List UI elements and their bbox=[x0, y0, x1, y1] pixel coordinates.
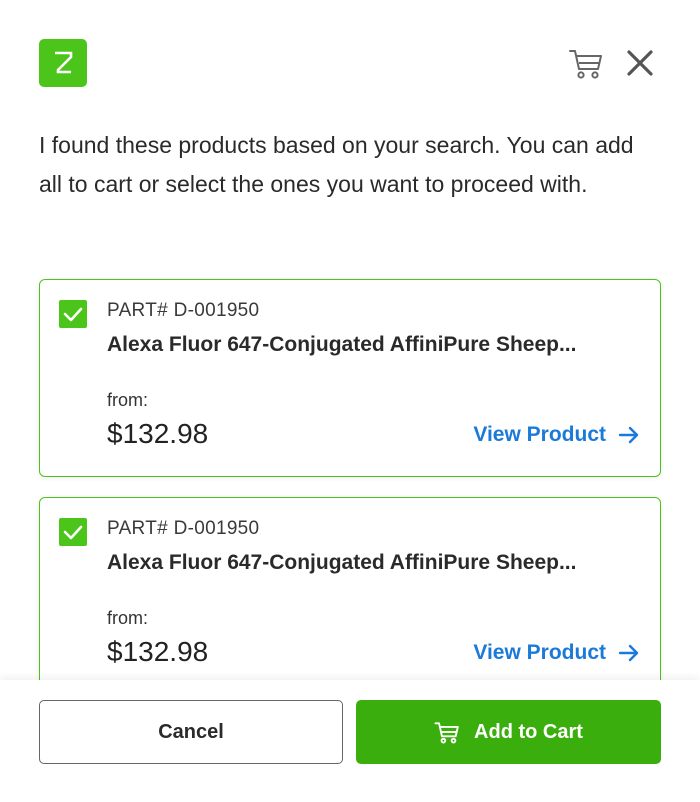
close-icon[interactable] bbox=[624, 47, 656, 79]
product-name: Alexa Fluor 647-Conjugated AffiniPure Sh… bbox=[107, 551, 577, 574]
product-price: $132.98 bbox=[107, 418, 209, 449]
add-to-cart-button[interactable]: Add to Cart bbox=[356, 700, 661, 764]
intro-message: I found these products based on your sea… bbox=[39, 132, 634, 197]
product-price: $132.98 bbox=[107, 636, 209, 667]
part-number: PART# D-001950 bbox=[107, 518, 260, 539]
z-logo bbox=[39, 39, 87, 87]
panel-header bbox=[39, 39, 656, 87]
product-card: PART# D-001950 Alexa Fluor 647-Conjugate… bbox=[39, 279, 661, 477]
product-selection-panel: I found these products based on your sea… bbox=[0, 0, 700, 802]
view-product-link[interactable]: View Product bbox=[473, 423, 640, 447]
product-checkbox[interactable] bbox=[59, 300, 87, 328]
product-checkbox[interactable] bbox=[59, 518, 87, 546]
product-list: PART# D-001950 Alexa Fluor 647-Conjugate… bbox=[0, 270, 700, 680]
add-to-cart-label: Add to Cart bbox=[474, 720, 583, 743]
product-card: PART# D-001950 Alexa Fluor 647-Conjugate… bbox=[39, 497, 661, 680]
arrow-right-icon bbox=[618, 426, 639, 444]
cart-icon[interactable] bbox=[568, 45, 604, 81]
check-icon bbox=[63, 307, 83, 322]
cancel-button[interactable]: Cancel bbox=[39, 700, 343, 764]
price-from-label: from: bbox=[107, 390, 149, 410]
product-name: Alexa Fluor 647-Conjugated AffiniPure Sh… bbox=[107, 333, 577, 356]
cart-icon bbox=[434, 722, 459, 744]
part-number: PART# D-001950 bbox=[107, 300, 260, 321]
view-product-label: View Product bbox=[473, 423, 606, 446]
price-from-label: from: bbox=[107, 608, 149, 628]
view-product-label: View Product bbox=[473, 641, 606, 664]
view-product-link[interactable]: View Product bbox=[473, 641, 640, 665]
action-footer: Cancel Add to Cart bbox=[0, 680, 700, 802]
check-icon bbox=[63, 525, 83, 540]
arrow-right-icon bbox=[618, 644, 639, 662]
